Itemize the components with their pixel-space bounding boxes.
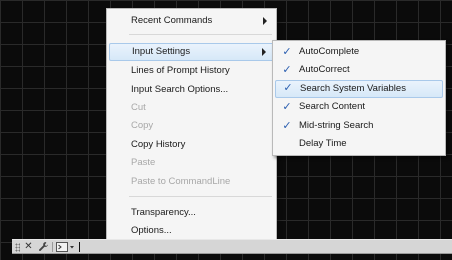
submenu-item-search-system-variables[interactable]: ✓ Search System Variables xyxy=(275,80,443,98)
menu-item-paste-to-commandline: Paste to CommandLine xyxy=(109,173,274,191)
submenu-arrow-icon xyxy=(262,48,266,56)
menu-item-label: Recent Commands xyxy=(131,15,213,26)
command-line-context-menu: Recent Commands Input Settings Lines of … xyxy=(106,8,277,242)
submenu-item-label: Search System Variables xyxy=(300,83,406,94)
menu-item-paste: Paste xyxy=(109,154,274,172)
menu-item-transparency[interactable]: Transparency... xyxy=(109,204,274,222)
checkmark-icon: ✓ xyxy=(283,82,293,94)
menu-item-input-search-options[interactable]: Input Search Options... xyxy=(109,81,274,99)
command-line-bar: ✕ xyxy=(12,239,452,254)
command-input[interactable] xyxy=(82,241,446,253)
checkmark-icon: ✓ xyxy=(282,101,292,113)
checkmark-icon: ✓ xyxy=(282,120,292,132)
drag-grip-icon[interactable] xyxy=(15,243,20,252)
checkmark-icon: ✓ xyxy=(282,64,292,76)
wrench-icon-glyph xyxy=(38,242,48,251)
submenu-item-label: AutoComplete xyxy=(299,46,360,57)
command-input-cursor xyxy=(79,242,80,252)
menu-separator xyxy=(129,34,272,35)
menu-item-copy-history[interactable]: Copy History xyxy=(109,136,274,154)
checkmark-icon: ✓ xyxy=(282,46,292,58)
command-prompt-icon-glyph xyxy=(56,242,74,252)
menu-item-label: Input Search Options... xyxy=(131,84,229,95)
menu-item-label: Copy History xyxy=(131,139,186,150)
menu-separator xyxy=(129,196,272,197)
menu-item-label: Transparency... xyxy=(131,207,196,218)
submenu-item-autocorrect[interactable]: ✓ AutoCorrect xyxy=(275,61,443,79)
submenu-item-mid-string-search[interactable]: ✓ Mid-string Search xyxy=(275,117,443,135)
submenu-item-search-content[interactable]: ✓ Search Content xyxy=(275,98,443,116)
toolbar-divider xyxy=(52,242,53,252)
menu-item-label: Options... xyxy=(131,225,172,236)
menu-item-label: Copy xyxy=(131,120,154,131)
submenu-item-delay-time[interactable]: Delay Time xyxy=(275,135,443,153)
menu-item-label: Paste to CommandLine xyxy=(131,176,231,187)
command-prompt-icon[interactable] xyxy=(56,241,76,253)
wrench-icon[interactable] xyxy=(37,241,49,253)
menu-item-label: Paste xyxy=(131,157,156,168)
menu-item-label: Cut xyxy=(131,102,146,113)
submenu-item-label: Search Content xyxy=(299,101,366,112)
menu-item-lines-of-prompt-history[interactable]: Lines of Prompt History xyxy=(109,62,274,80)
submenu-item-autocomplete[interactable]: ✓ AutoComplete xyxy=(275,43,443,61)
close-icon[interactable]: ✕ xyxy=(23,241,34,253)
submenu-item-label: AutoCorrect xyxy=(299,64,350,75)
menu-item-recent-commands[interactable]: Recent Commands xyxy=(109,12,274,30)
menu-item-input-settings[interactable]: Input Settings xyxy=(109,43,274,61)
menu-item-label: Input Settings xyxy=(132,46,191,57)
submenu-arrow-icon xyxy=(263,17,267,25)
menu-item-cut: Cut xyxy=(109,99,274,117)
menu-item-options[interactable]: Options... xyxy=(109,222,274,240)
input-settings-submenu: ✓ AutoComplete ✓ AutoCorrect ✓ Search Sy… xyxy=(272,40,446,156)
submenu-item-label: Mid-string Search xyxy=(299,120,374,131)
submenu-item-label: Delay Time xyxy=(299,138,347,149)
menu-item-copy: Copy xyxy=(109,117,274,135)
menu-item-label: Lines of Prompt History xyxy=(131,65,230,76)
